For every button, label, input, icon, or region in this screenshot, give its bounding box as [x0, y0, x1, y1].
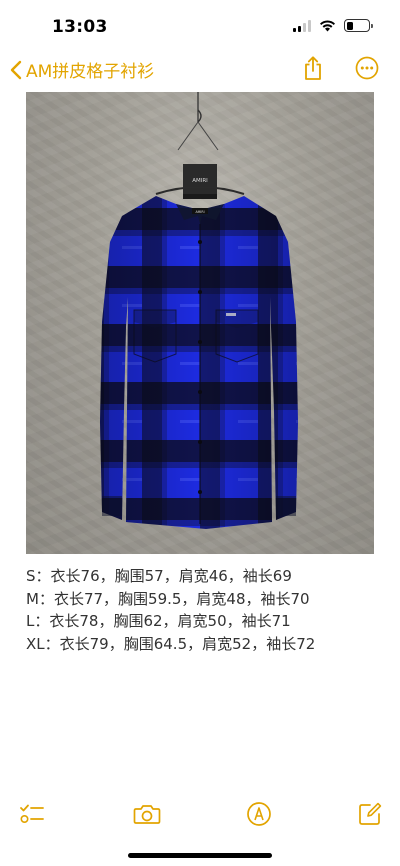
back-label: AM拼皮格子衬衫: [26, 62, 155, 82]
wifi-icon: [320, 20, 335, 32]
size-line-xl: XL：衣长79，胸围64.5，肩宽52，袖长72: [26, 634, 316, 653]
back-button[interactable]: AM拼皮格子衬衫: [10, 57, 154, 82]
chevron-left-icon: [10, 60, 22, 79]
share-button[interactable]: [300, 55, 326, 81]
size-line-s: S：衣长76，胸围57，肩宽46，袖长69: [26, 567, 292, 585]
size-line-l: L：衣长78，胸围62，肩宽50，袖长71: [26, 612, 291, 630]
size-line-m: M：衣长77，胸围59.5，肩宽48，袖长70: [26, 589, 310, 608]
collar-label-text: AMIRI: [195, 210, 204, 214]
checklist-icon: [20, 804, 44, 824]
battery-icon: [344, 19, 373, 32]
camera-button[interactable]: [133, 800, 161, 828]
compose-icon: [359, 802, 382, 825]
shirt-illustration: AMIRI AMIRI: [100, 92, 298, 529]
shirt-photo[interactable]: AMIRI AMIRI: [26, 92, 374, 554]
checklist-button[interactable]: [18, 800, 46, 828]
markup-button[interactable]: [245, 800, 273, 828]
more-button[interactable]: [354, 55, 380, 81]
home-indicator[interactable]: [128, 853, 272, 858]
camera-icon: [133, 805, 161, 824]
status-bar: 13:03: [0, 0, 400, 50]
status-time: 13:03: [52, 17, 108, 37]
bottom-toolbar: [0, 796, 400, 832]
nav-bar: AM拼皮格子衬衫: [0, 52, 400, 90]
note-body[interactable]: S：衣长76，胸围57，肩宽46，袖长69 M：衣长77，胸围59.5，肩宽48…: [26, 565, 386, 655]
status-icons: [293, 19, 373, 32]
hanger-tag-text: AMIRI: [192, 178, 208, 184]
share-icon: [305, 56, 321, 80]
compose-button[interactable]: [356, 800, 384, 828]
more-icon: [355, 56, 379, 80]
markup-icon: [247, 802, 271, 826]
cellular-signal-icon: [293, 19, 311, 32]
